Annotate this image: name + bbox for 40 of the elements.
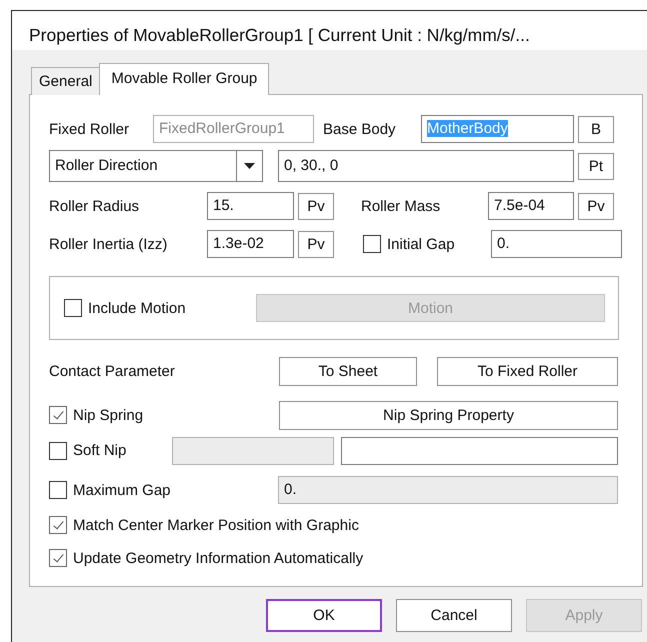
caret-icon	[244, 163, 255, 169]
checkbox-label: Soft Nip	[73, 442, 128, 459]
contact-button[interactable]: To Fixed Roller	[437, 357, 618, 386]
input-field[interactable]	[341, 436, 618, 464]
contact-button[interactable]: To Sheet	[279, 357, 417, 386]
pick-button[interactable]: Pv	[298, 230, 334, 258]
input-field[interactable]: 1.3e-02	[207, 230, 294, 258]
pick-button[interactable]: Pt	[578, 152, 614, 180]
field-label: Roller Radius	[49, 198, 140, 214]
dropdown[interactable]: Roller Direction	[49, 150, 263, 182]
nip-spring-property-button[interactable]: Nip Spring Property	[279, 400, 618, 430]
pick-button[interactable]: Pv	[578, 192, 614, 220]
checkbox[interactable]	[64, 299, 82, 317]
pick-button[interactable]: Pv	[298, 192, 334, 220]
tab[interactable]: General	[31, 67, 100, 95]
input-field[interactable]: 7.5e-04	[488, 192, 574, 220]
checkbox[interactable]	[49, 516, 67, 534]
field-label: Base Body	[323, 120, 397, 138]
window-title: Properties of MovableRollerGroup1 [ Current Unit : N/kg/mm/s/...	[28, 24, 531, 47]
checkbox-label: Nip Spring	[73, 406, 144, 424]
checkbox-label: Match Center Marker Position with Graphic	[73, 516, 359, 534]
field-label: Roller Mass	[361, 198, 442, 214]
field-label: Fixed Roller	[49, 120, 130, 138]
section-label: Contact Parameter	[49, 363, 176, 380]
field-label: Roller Inertia (Izz)	[49, 236, 168, 252]
dialog-button[interactable]: Cancel	[396, 599, 512, 632]
input-field[interactable]: 0, 30., 0	[278, 150, 574, 182]
tab[interactable]: Movable Roller Group	[99, 63, 270, 95]
checkbox[interactable]	[49, 549, 67, 567]
checkbox-label: Update Geometry Information Automatically	[73, 550, 364, 566]
input-field[interactable]: 0.	[491, 230, 622, 258]
input-field[interactable]: 15.	[207, 192, 294, 220]
checkbox[interactable]	[49, 442, 67, 460]
checkbox[interactable]	[363, 235, 381, 253]
checkbox-label: Maximum Gap	[73, 482, 172, 498]
checkbox-label: Include Motion	[88, 300, 187, 316]
pick-button[interactable]: B	[578, 116, 614, 142]
checkbox[interactable]	[49, 406, 67, 424]
checkbox-label: Initial Gap	[387, 236, 456, 252]
dialog-button[interactable]: OK	[266, 599, 382, 632]
